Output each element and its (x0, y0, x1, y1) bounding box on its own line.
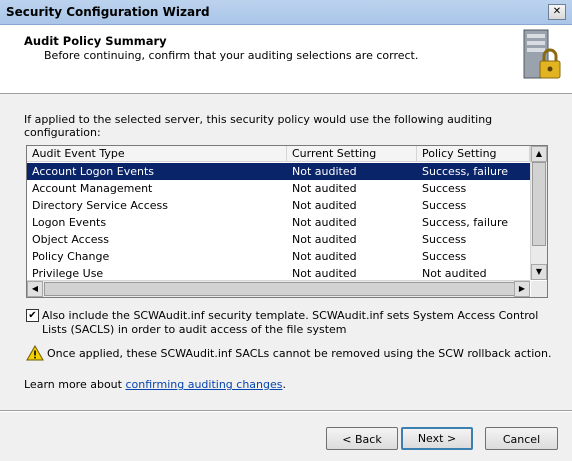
table-row[interactable]: Account Management Not audited Success (27, 180, 530, 197)
include-template-label: Also include the SCWAudit.inf security t… (42, 309, 539, 336)
cell-audit-event: Object Access (32, 233, 109, 246)
audit-settings-list[interactable]: Audit Event Type Current Setting Policy … (26, 145, 548, 298)
close-button[interactable]: ✕ (548, 4, 566, 20)
warning-icon (26, 345, 44, 361)
vertical-scroll-thumb[interactable] (532, 162, 546, 246)
scroll-left-arrow-icon[interactable]: ◀ (27, 281, 43, 297)
column-header-current-setting[interactable]: Current Setting (287, 146, 417, 162)
cell-current-setting: Not audited (292, 199, 357, 212)
footer-divider (0, 410, 572, 412)
scroll-up-arrow-icon[interactable]: ▲ (531, 146, 547, 162)
table-row[interactable]: Policy Change Not audited Success (27, 248, 530, 265)
cell-audit-event: Account Management (32, 182, 153, 195)
cell-policy-setting: Success (422, 250, 467, 263)
cell-current-setting: Not audited (292, 216, 357, 229)
cell-policy-setting: Success (422, 182, 467, 195)
server-lock-icon (523, 29, 561, 79)
learn-more-line: Learn more about confirming auditing cha… (24, 378, 286, 391)
cell-audit-event: Policy Change (32, 250, 110, 263)
cell-audit-event: Directory Service Access (32, 199, 169, 212)
confirming-auditing-changes-link[interactable]: confirming auditing changes (125, 378, 282, 391)
cell-policy-setting: Success, failure (422, 165, 509, 178)
cell-current-setting: Not audited (292, 250, 357, 263)
cell-audit-event: Logon Events (32, 216, 107, 229)
learn-more-suffix: . (282, 378, 286, 391)
cell-current-setting: Not audited (292, 165, 357, 178)
learn-more-prefix: Learn more about (24, 378, 126, 391)
cell-current-setting: Not audited (292, 233, 357, 246)
cell-audit-event: Account Logon Events (32, 165, 154, 178)
vertical-scrollbar[interactable]: ▲ ▼ (530, 146, 547, 280)
cell-current-setting: Not audited (292, 182, 357, 195)
table-row[interactable]: Account Logon Events Not audited Success, … (27, 163, 530, 180)
scroll-right-arrow-icon[interactable]: ▶ (514, 281, 530, 297)
scroll-down-arrow-icon[interactable]: ▼ (531, 264, 547, 280)
scrollbar-corner (531, 281, 547, 297)
cell-policy-setting: Success (422, 233, 467, 246)
title-bar: Security Configuration Wizard ✕ (0, 0, 572, 25)
page-title: Audit Policy Summary (24, 34, 167, 48)
intro-text: If applied to the selected server, this … (24, 113, 493, 139)
horizontal-scrollbar[interactable]: ◀ ▶ (27, 280, 530, 297)
next-button[interactable]: Next > (401, 427, 473, 450)
table-row[interactable]: Object Access Not audited Success (27, 231, 530, 248)
cancel-button[interactable]: Cancel (485, 427, 558, 450)
column-header-audit-event-type[interactable]: Audit Event Type (27, 146, 287, 162)
table-row[interactable]: Logon Events Not audited Success, failure (27, 214, 530, 231)
column-header-policy-setting[interactable]: Policy Setting (417, 146, 530, 162)
table-row[interactable]: Directory Service Access Not audited Succe… (27, 197, 530, 214)
cell-policy-setting: Success, failure (422, 216, 509, 229)
wizard-header: Audit Policy Summary Before continuing, … (0, 25, 572, 94)
page-subtitle: Before continuing, confirm that your aud… (44, 49, 419, 62)
back-button[interactable]: < Back (326, 427, 398, 450)
include-template-checkbox[interactable]: ✔ (26, 309, 39, 322)
horizontal-scroll-thumb[interactable] (44, 282, 516, 296)
cell-policy-setting: Success (422, 199, 467, 212)
window-title: Security Configuration Wizard (6, 5, 210, 19)
warning-text: Once applied, these SCWAudit.inf SACLs c… (47, 347, 552, 360)
